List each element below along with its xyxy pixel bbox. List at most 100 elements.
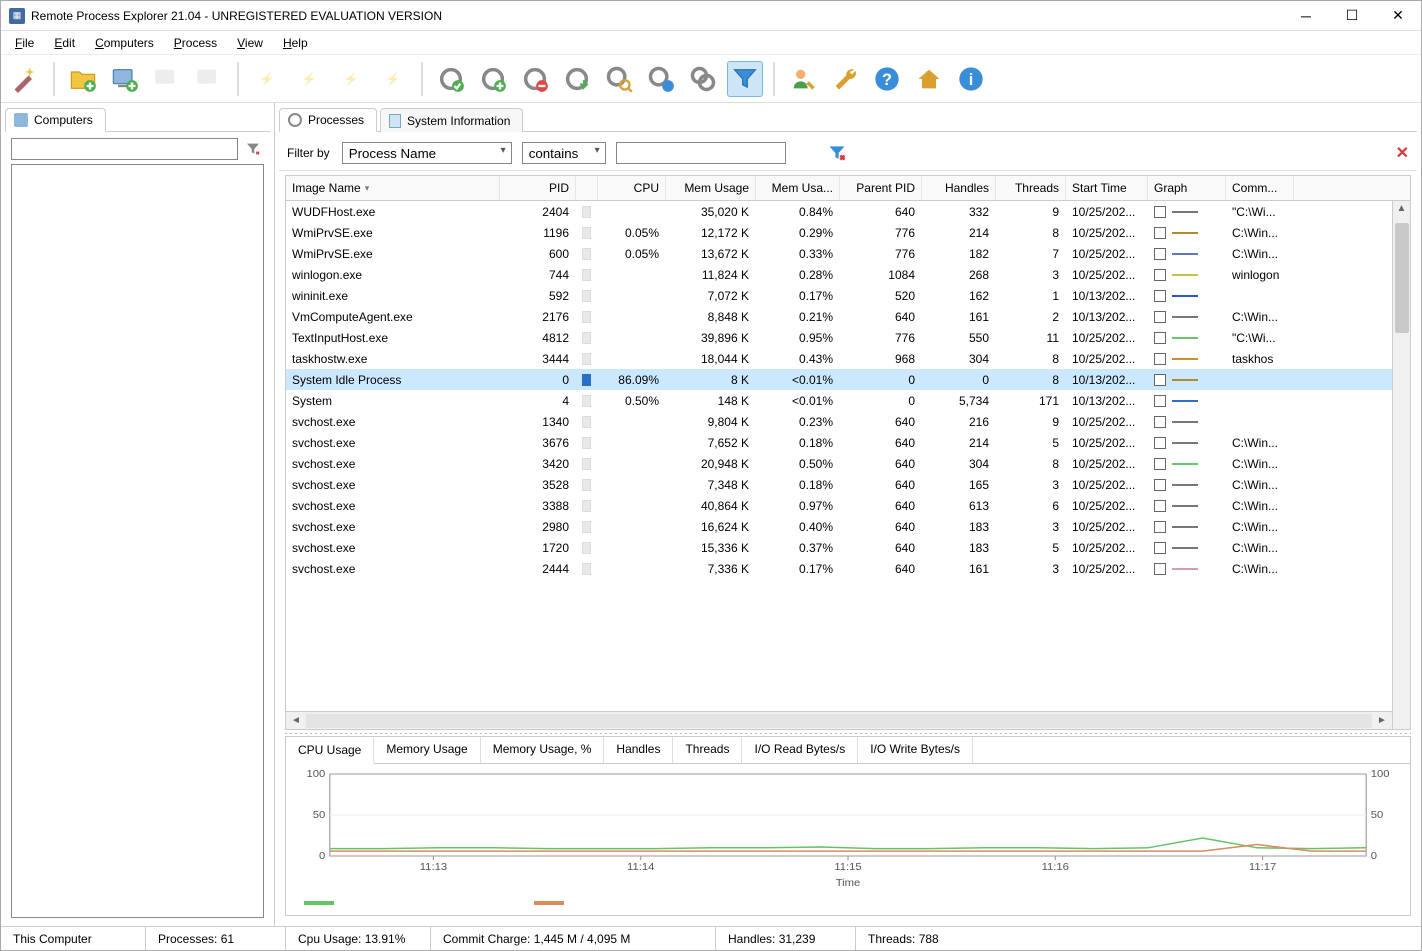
- title-bar: ▦ Remote Process Explorer 21.04 - UNREGI…: [1, 1, 1421, 31]
- svg-text:100: 100: [1371, 770, 1390, 780]
- gear-add-button[interactable]: [475, 61, 511, 97]
- col-mem-usage-pct[interactable]: Mem Usa...: [756, 176, 840, 200]
- table-row[interactable]: wininit.exe5927,072 K0.17%520162110/13/2…: [286, 285, 1392, 306]
- col-pid[interactable]: PID: [500, 176, 576, 200]
- table-row[interactable]: WmiPrvSE.exe6000.05%13,672 K0.33%7761827…: [286, 243, 1392, 264]
- table-row[interactable]: TextInputHost.exe481239,896 K0.95%776550…: [286, 327, 1392, 348]
- table-row[interactable]: svchost.exe338840,864 K0.97%640613610/25…: [286, 495, 1392, 516]
- svg-text:11:13: 11:13: [420, 862, 447, 873]
- bolt-4-button[interactable]: ⚡: [375, 61, 411, 97]
- menu-help[interactable]: Help: [275, 34, 316, 52]
- col-command[interactable]: Comm...: [1226, 176, 1294, 200]
- svg-text:0: 0: [1371, 851, 1377, 862]
- bolt-3-button[interactable]: ⚡: [333, 61, 369, 97]
- delete-computer-button[interactable]: [191, 61, 227, 97]
- gear-stack-button[interactable]: [685, 61, 721, 97]
- help-button[interactable]: ?: [869, 61, 905, 97]
- col-cpu-bar[interactable]: [576, 176, 598, 200]
- table-row[interactable]: WUDFHost.exe240435,020 K0.84%640332910/2…: [286, 201, 1392, 222]
- minimize-button[interactable]: ─: [1283, 1, 1329, 31]
- gear-remove-button[interactable]: [517, 61, 553, 97]
- left-pane: Computers: [1, 103, 275, 926]
- close-button[interactable]: ✕: [1375, 1, 1421, 31]
- add-folder-button[interactable]: [65, 61, 101, 97]
- computers-filter-clear-icon[interactable]: [242, 138, 264, 160]
- table-row[interactable]: svchost.exe36767,652 K0.18%640214510/25/…: [286, 432, 1392, 453]
- window-title: Remote Process Explorer 21.04 - UNREGIST…: [31, 9, 1283, 23]
- scroll-thumb[interactable]: [306, 714, 1372, 728]
- filter-field-select[interactable]: Process Name: [342, 142, 512, 164]
- chart-tab-cpu[interactable]: CPU Usage: [286, 738, 374, 764]
- col-cpu[interactable]: CPU: [598, 176, 666, 200]
- filter-toggle-button[interactable]: [727, 61, 763, 97]
- chart-tab-mem[interactable]: Memory Usage: [374, 737, 480, 763]
- edit-computer-button[interactable]: [149, 61, 185, 97]
- chart-tab-hand[interactable]: Handles: [604, 737, 673, 763]
- menu-file[interactable]: File: [7, 34, 42, 52]
- toolbar-separator: [53, 62, 55, 96]
- chart-tab-memp[interactable]: Memory Usage, %: [481, 737, 605, 763]
- svg-text:Time: Time: [836, 878, 861, 889]
- computers-list[interactable]: [11, 164, 264, 918]
- table-row[interactable]: svchost.exe298016,624 K0.40%640183310/25…: [286, 516, 1392, 537]
- col-parent-pid[interactable]: Parent PID: [840, 176, 922, 200]
- chart-tab-thr[interactable]: Threads: [673, 737, 742, 763]
- menu-view[interactable]: View: [229, 34, 271, 52]
- scroll-thumb-v[interactable]: [1395, 223, 1409, 333]
- wizard-button[interactable]: [7, 61, 43, 97]
- gear-down-button[interactable]: [559, 61, 595, 97]
- chart-tab-iow[interactable]: I/O Write Bytes/s: [858, 737, 973, 763]
- info-button[interactable]: i: [953, 61, 989, 97]
- scroll-left-icon[interactable]: ◄: [288, 715, 304, 726]
- h-scrollbar[interactable]: ◄ ►: [286, 711, 1392, 729]
- user-key-button[interactable]: [785, 61, 821, 97]
- menu-process[interactable]: Process: [166, 34, 225, 52]
- filter-value-input[interactable]: [616, 142, 786, 164]
- col-graph[interactable]: Graph: [1148, 176, 1226, 200]
- tab-computers[interactable]: Computers: [5, 108, 106, 132]
- table-row[interactable]: VmComputeAgent.exe21768,848 K0.21%640161…: [286, 306, 1392, 327]
- maximize-button[interactable]: ☐: [1329, 1, 1375, 31]
- table-row[interactable]: System Idle Process086.09%8 K<0.01%00810…: [286, 369, 1392, 390]
- cpu-usage-chart: 00505010010011:1311:1411:1511:1611:17Tim…: [296, 770, 1400, 890]
- table-row[interactable]: svchost.exe13409,804 K0.23%640216910/25/…: [286, 411, 1392, 432]
- table-row[interactable]: taskhostw.exe344418,044 K0.43%968304810/…: [286, 348, 1392, 369]
- wrench-button[interactable]: [827, 61, 863, 97]
- gear-refresh-button[interactable]: [433, 61, 469, 97]
- filter-op-select[interactable]: contains: [522, 142, 606, 164]
- col-handles[interactable]: Handles: [922, 176, 996, 200]
- col-image-name[interactable]: Image Name: [286, 176, 500, 200]
- col-threads[interactable]: Threads: [996, 176, 1066, 200]
- table-row[interactable]: svchost.exe172015,336 K0.37%640183510/25…: [286, 537, 1392, 558]
- table-row[interactable]: svchost.exe35287,348 K0.18%640165310/25/…: [286, 474, 1392, 495]
- v-scrollbar[interactable]: ▲: [1392, 201, 1410, 729]
- table-body[interactable]: WUDFHost.exe240435,020 K0.84%640332910/2…: [286, 201, 1392, 711]
- computers-filter-input[interactable]: [11, 138, 238, 160]
- menu-computers[interactable]: Computers: [87, 34, 162, 52]
- gear-search-button[interactable]: [601, 61, 637, 97]
- clear-filter-button[interactable]: [826, 142, 848, 164]
- col-start-time[interactable]: Start Time: [1066, 176, 1148, 200]
- scroll-right-icon[interactable]: ►: [1374, 715, 1390, 726]
- bolt-2-button[interactable]: ⚡: [291, 61, 327, 97]
- bolt-1-button[interactable]: ⚡: [249, 61, 285, 97]
- close-filter-panel-button[interactable]: ✕: [1396, 143, 1409, 163]
- gear-globe-button[interactable]: [643, 61, 679, 97]
- tab-processes[interactable]: Processes: [279, 108, 377, 132]
- table-row[interactable]: svchost.exe24447,336 K0.17%640161310/25/…: [286, 558, 1392, 579]
- status-computer: This Computer: [1, 927, 146, 950]
- table-row[interactable]: winlogon.exe74411,824 K0.28%1084268310/2…: [286, 264, 1392, 285]
- scroll-up-icon[interactable]: ▲: [1393, 201, 1410, 217]
- col-mem-usage[interactable]: Mem Usage: [666, 176, 756, 200]
- table-row[interactable]: System40.50%148 K<0.01%05,73417110/13/20…: [286, 390, 1392, 411]
- chart-legend: [296, 893, 1400, 905]
- chart-tab-ior[interactable]: I/O Read Bytes/s: [742, 737, 858, 763]
- table-row[interactable]: WmiPrvSE.exe11960.05%12,172 K0.29%776214…: [286, 222, 1392, 243]
- home-button[interactable]: [911, 61, 947, 97]
- svg-text:11:14: 11:14: [627, 862, 654, 873]
- tab-sysinfo[interactable]: System Information: [380, 108, 523, 132]
- table-row[interactable]: svchost.exe342020,948 K0.50%640304810/25…: [286, 453, 1392, 474]
- add-computer-button[interactable]: [107, 61, 143, 97]
- svg-text:100: 100: [307, 770, 326, 780]
- menu-edit[interactable]: Edit: [46, 34, 83, 52]
